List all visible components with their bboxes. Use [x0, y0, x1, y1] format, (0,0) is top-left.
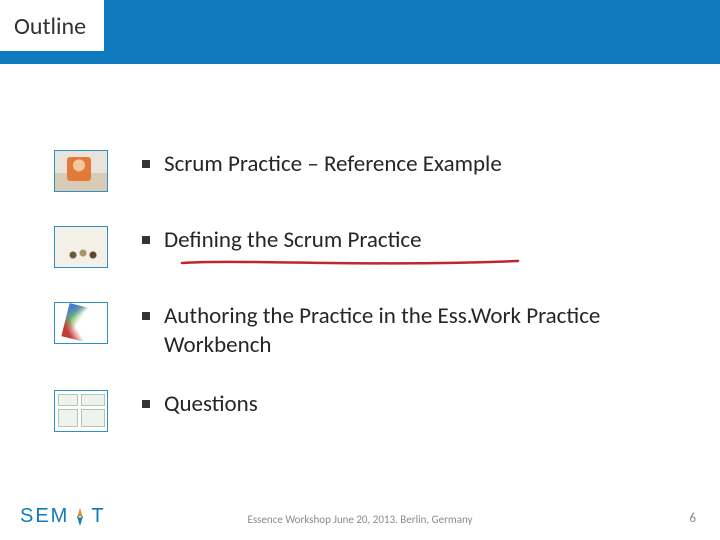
header-bar: Outline: [0, 0, 720, 64]
item-text: Defining the Scrum Practice: [164, 226, 422, 255]
list-item: Scrum Practice – Reference Example: [54, 150, 680, 192]
item-text: Scrum Practice – Reference Example: [164, 150, 502, 179]
list-item: Questions: [54, 390, 680, 432]
item-text: Authoring the Practice in the Ess.Work P…: [164, 302, 664, 360]
bullet-icon: [142, 400, 150, 408]
page-number: 6: [689, 511, 696, 526]
outline-list: Scrum Practice – Reference Example Defin…: [54, 150, 680, 466]
footer-text: Essence Workshop June 20, 2013. Berlin, …: [0, 513, 720, 526]
list-item: Authoring the Practice in the Ess.Work P…: [54, 302, 680, 360]
highlight-underline-icon: [180, 258, 520, 268]
item-text: Questions: [164, 390, 258, 419]
bullet-icon: [142, 236, 150, 244]
thumbnail-icon: [54, 150, 108, 192]
bullet-icon: [142, 312, 150, 320]
list-item: Defining the Scrum Practice: [54, 226, 680, 268]
thumbnail-icon: [54, 302, 108, 344]
thumbnail-icon: [54, 390, 108, 432]
thumbnail-icon: [54, 226, 108, 268]
page-title: Outline: [0, 0, 104, 51]
bullet-icon: [142, 160, 150, 168]
